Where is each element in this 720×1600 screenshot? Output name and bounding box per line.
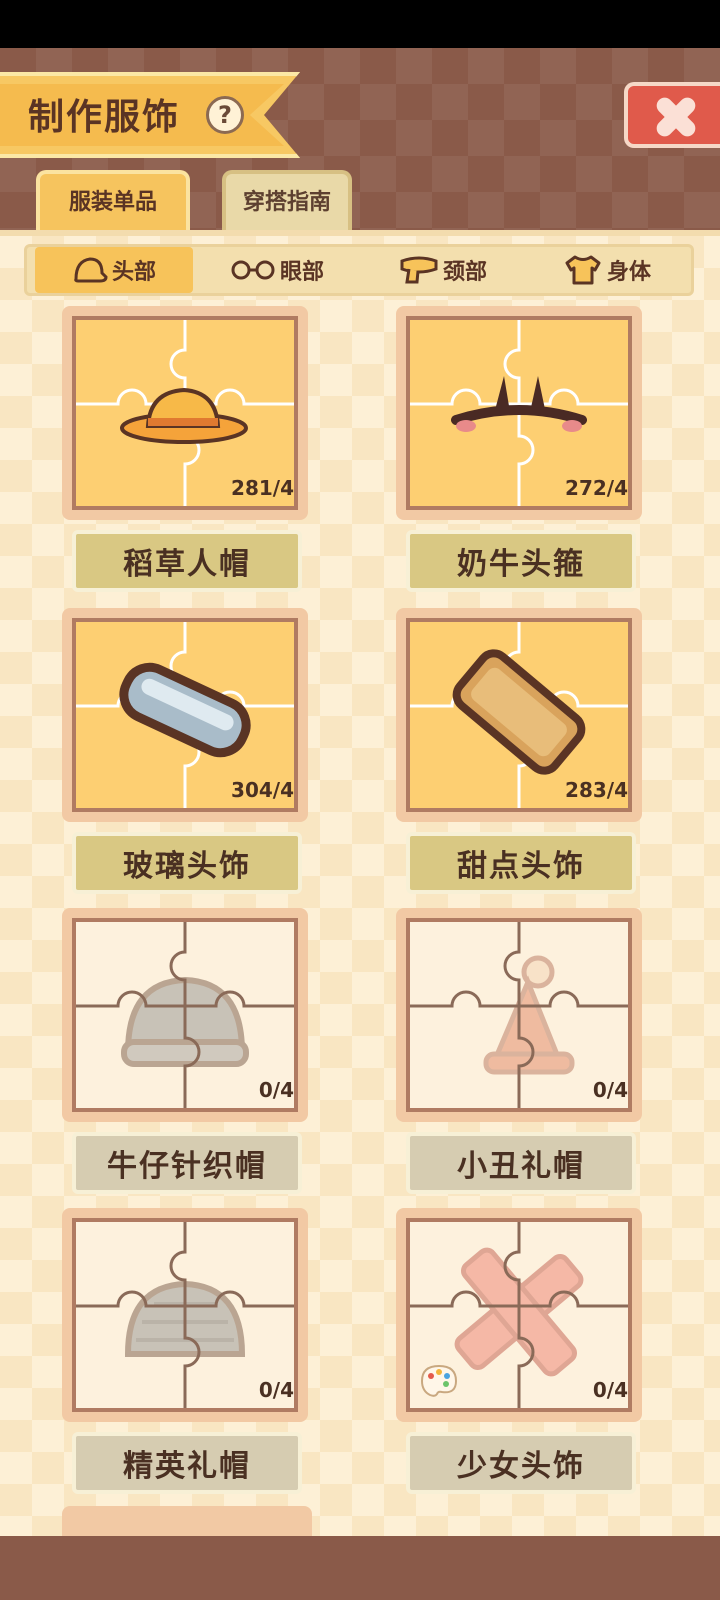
piece-count: 304/4 xyxy=(231,778,294,802)
help-icon: ? xyxy=(218,101,232,129)
category-head[interactable]: 头部 xyxy=(35,247,193,293)
item-name-button[interactable]: 奶牛头箍 xyxy=(406,530,636,592)
glasses-icon xyxy=(231,260,275,280)
straw-hat-icon xyxy=(120,387,248,444)
category-label: 眼部 xyxy=(279,260,324,285)
category-body[interactable]: 身体 xyxy=(531,247,683,293)
piece-count: 0/4 xyxy=(258,1078,294,1102)
close-button[interactable] xyxy=(624,82,720,148)
palette-icon xyxy=(420,1364,458,1397)
item-name-button[interactable]: 稻草人帽 xyxy=(72,530,302,592)
item-name-button[interactable]: 精英礼帽 xyxy=(72,1432,302,1494)
status-bar xyxy=(0,0,720,48)
category-eyes[interactable]: 眼部 xyxy=(203,247,351,293)
item-name-button[interactable]: 玻璃头饰 xyxy=(72,832,302,894)
item-name-button[interactable]: 甜点头饰 xyxy=(406,832,636,894)
item-name-button[interactable]: 少女头饰 xyxy=(406,1432,636,1494)
item-name-button[interactable]: 小丑礼帽 xyxy=(406,1132,636,1194)
piece-count: 281/4 xyxy=(231,476,294,500)
category-label: 身体 xyxy=(606,260,651,285)
close-icon xyxy=(656,97,696,137)
category-bar: 头部 眼部 颈部 身体 xyxy=(24,244,694,296)
help-button[interactable]: ? xyxy=(206,96,244,134)
bottom-strip xyxy=(0,1536,720,1600)
piece-count: 283/4 xyxy=(565,778,628,802)
glass-hairpin-icon xyxy=(119,662,251,758)
item-card-partial xyxy=(62,1506,312,1536)
tab-outfit-guide[interactable]: 穿搭指南 xyxy=(222,170,352,230)
category-neck[interactable]: 颈部 xyxy=(367,247,519,293)
piece-count: 272/4 xyxy=(565,476,628,500)
category-label: 颈部 xyxy=(442,260,487,285)
piece-count: 0/4 xyxy=(258,1378,294,1402)
category-label: 头部 xyxy=(111,260,156,285)
scarf-icon xyxy=(400,256,438,284)
item-name-button[interactable]: 牛仔针织帽 xyxy=(72,1132,302,1194)
page-title: 制作服饰 xyxy=(28,97,181,138)
piece-count: 0/4 xyxy=(592,1378,628,1402)
clown-hat-icon xyxy=(483,955,575,1075)
hat-icon xyxy=(74,257,108,283)
shirt-icon xyxy=(565,255,601,285)
biscuit-hairpin-icon xyxy=(452,649,586,775)
piece-count: 0/4 xyxy=(592,1078,628,1102)
tab-clothing-items[interactable]: 服装单品 xyxy=(36,170,190,230)
